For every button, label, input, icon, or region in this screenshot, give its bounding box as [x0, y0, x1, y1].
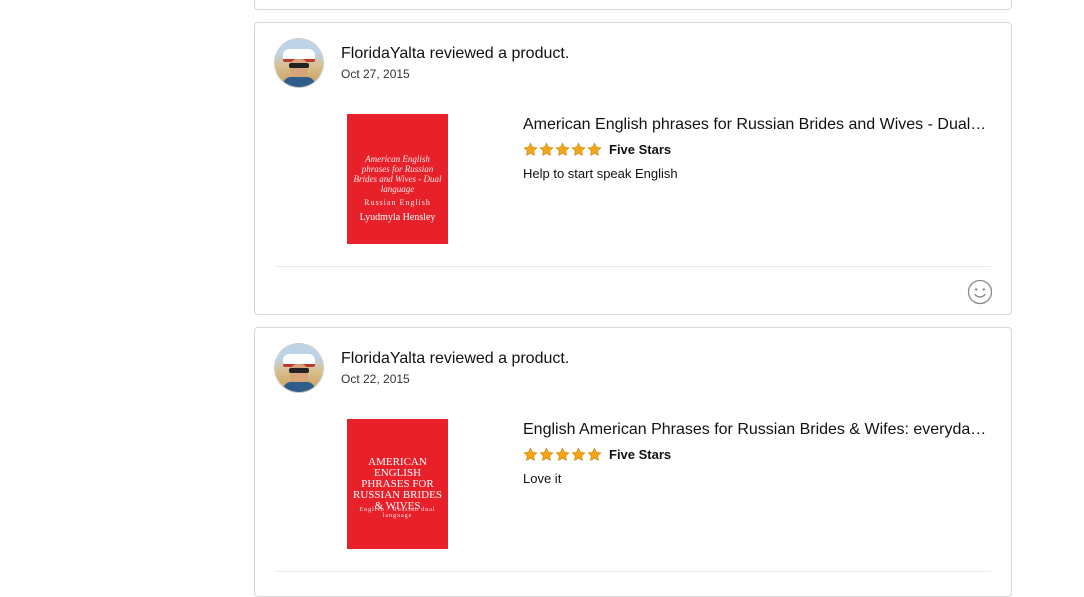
review-date: Oct 22, 2015 [341, 372, 410, 386]
review-text: Love it [523, 471, 562, 486]
review-card: FloridaYalta reviewed a product. Oct 27,… [254, 22, 1012, 315]
star-icon [555, 447, 570, 461]
cover-subtitle: Russian English [364, 198, 431, 207]
review-text: Help to start speak English [523, 166, 678, 181]
divider [275, 266, 991, 267]
cover-title: AMERICAN ENGLISH PHRASES FOR RUSSIAN BRI… [353, 456, 442, 512]
review-header[interactable]: FloridaYalta reviewed a product. [341, 350, 569, 368]
smiley-icon[interactable] [967, 279, 993, 305]
star-icon [539, 447, 554, 461]
cover-subtitle: English - Russian dual language [359, 507, 436, 519]
review-header[interactable]: FloridaYalta reviewed a product. [341, 45, 569, 63]
star-icon [523, 447, 538, 461]
star-icon [571, 142, 586, 156]
star-icon [555, 142, 570, 156]
cover-title: American English phrases for Russian Bri… [353, 154, 442, 194]
star-icon [587, 142, 602, 156]
star-rating [523, 142, 602, 157]
star-icon [571, 447, 586, 461]
rating-row: Five Stars [523, 446, 671, 462]
cover-author: Lyudmyla Hensley [359, 212, 436, 223]
rating-title[interactable]: Five Stars [609, 142, 671, 157]
avatar[interactable] [275, 39, 323, 87]
previous-review-card [254, 0, 1012, 10]
avatar[interactable] [275, 344, 323, 392]
product-image[interactable]: American English phrases for Russian Bri… [347, 114, 448, 244]
rating-row: Five Stars [523, 141, 671, 157]
divider [275, 571, 991, 572]
product-title-link[interactable]: American English phrases for Russian Bri… [523, 116, 988, 134]
star-icon [523, 142, 538, 156]
star-icon [539, 142, 554, 156]
review-date: Oct 27, 2015 [341, 67, 410, 81]
star-icon [587, 447, 602, 461]
rating-title[interactable]: Five Stars [609, 447, 671, 462]
product-title-link[interactable]: English American Phrases for Russian Bri… [523, 421, 988, 439]
review-card: FloridaYalta reviewed a product. Oct 22,… [254, 327, 1012, 597]
star-rating [523, 447, 602, 462]
product-image[interactable]: AMERICAN ENGLISH PHRASES FOR RUSSIAN BRI… [347, 419, 448, 549]
